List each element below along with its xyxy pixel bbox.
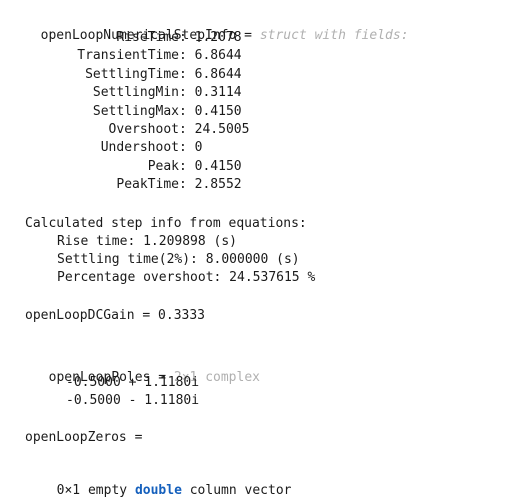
struct-field-row: RiseTime: 1.2078 xyxy=(25,29,242,47)
field-value: 0.4150 xyxy=(194,103,242,119)
struct-field-row: Overshoot: 24.5005 xyxy=(25,121,250,139)
struct-field-row: SettlingMin: 0.3114 xyxy=(25,84,242,102)
field-separator: : xyxy=(179,66,195,82)
empty-suffix: column vector xyxy=(181,483,292,498)
field-separator: : xyxy=(179,48,195,64)
struct-field-row: SettlingTime: 6.8644 xyxy=(25,66,242,84)
rise-time-line: Rise time: 1.209898 (s) xyxy=(57,234,238,249)
poles-header: openLoopPoles = 2×1 complex xyxy=(33,351,260,385)
field-name: TransientTime xyxy=(77,48,179,64)
type-keyword: double xyxy=(134,483,182,498)
field-name: SettlingTime xyxy=(85,66,179,82)
field-name: Undershoot xyxy=(100,140,179,156)
struct-field-row: TransientTime: 6.8644 xyxy=(25,47,242,65)
field-value: 24.5005 xyxy=(194,122,250,137)
field-separator: : xyxy=(179,30,195,45)
struct-field-row: PeakTime: 2.8552 xyxy=(25,176,242,194)
field-name: SettlingMin xyxy=(92,85,179,101)
dc-gain-line: openLoopDCGain = 0.3333 xyxy=(25,308,206,323)
zeros-empty-line: 0×1 empty double column vector xyxy=(41,464,292,498)
struct-field-row: Peak: 0.4150 xyxy=(25,158,242,176)
field-value: 0 xyxy=(194,140,203,156)
field-value: 0.3114 xyxy=(194,85,242,101)
field-name: Overshoot xyxy=(108,122,179,137)
field-separator: : xyxy=(179,140,195,156)
command-window-output: { "step_info": { "var_name": "openLoopNu… xyxy=(0,0,527,503)
field-value: 0.4150 xyxy=(194,158,242,174)
field-name: PeakTime xyxy=(116,177,179,193)
field-name: Peak xyxy=(147,158,179,174)
field-value: 6.8644 xyxy=(194,48,242,64)
field-name: SettlingMax xyxy=(92,103,179,119)
field-separator: : xyxy=(179,177,195,193)
overshoot-line: Percentage overshoot: 24.537615 % xyxy=(57,270,316,285)
field-value: 1.2078 xyxy=(194,30,242,45)
zeros-header: openLoopZeros = xyxy=(25,430,143,445)
field-name: RiseTime xyxy=(116,30,179,45)
calculated-heading: Calculated step info from equations: xyxy=(25,216,307,231)
step-info-header: openLoopNumericalStepInfo = struct with … xyxy=(25,9,409,43)
pole-value: -0.5000 + 1.1180i xyxy=(66,375,200,390)
empty-prefix: 0×1 empty xyxy=(56,483,135,498)
field-value: 2.8552 xyxy=(194,177,242,193)
field-separator: : xyxy=(179,103,195,119)
pole-value: -0.5000 - 1.1180i xyxy=(66,393,200,408)
field-value: 6.8644 xyxy=(194,66,242,82)
field-separator: : xyxy=(179,158,195,174)
struct-field-row: SettlingMax: 0.4150 xyxy=(25,103,242,121)
settling-time-line: Settling time(2%): 8.000000 (s) xyxy=(57,252,300,267)
struct-field-row: Undershoot: 0 xyxy=(25,139,203,157)
field-separator: : xyxy=(179,85,195,101)
field-separator: : xyxy=(179,122,195,137)
type-hint: struct with fields: xyxy=(259,28,409,43)
